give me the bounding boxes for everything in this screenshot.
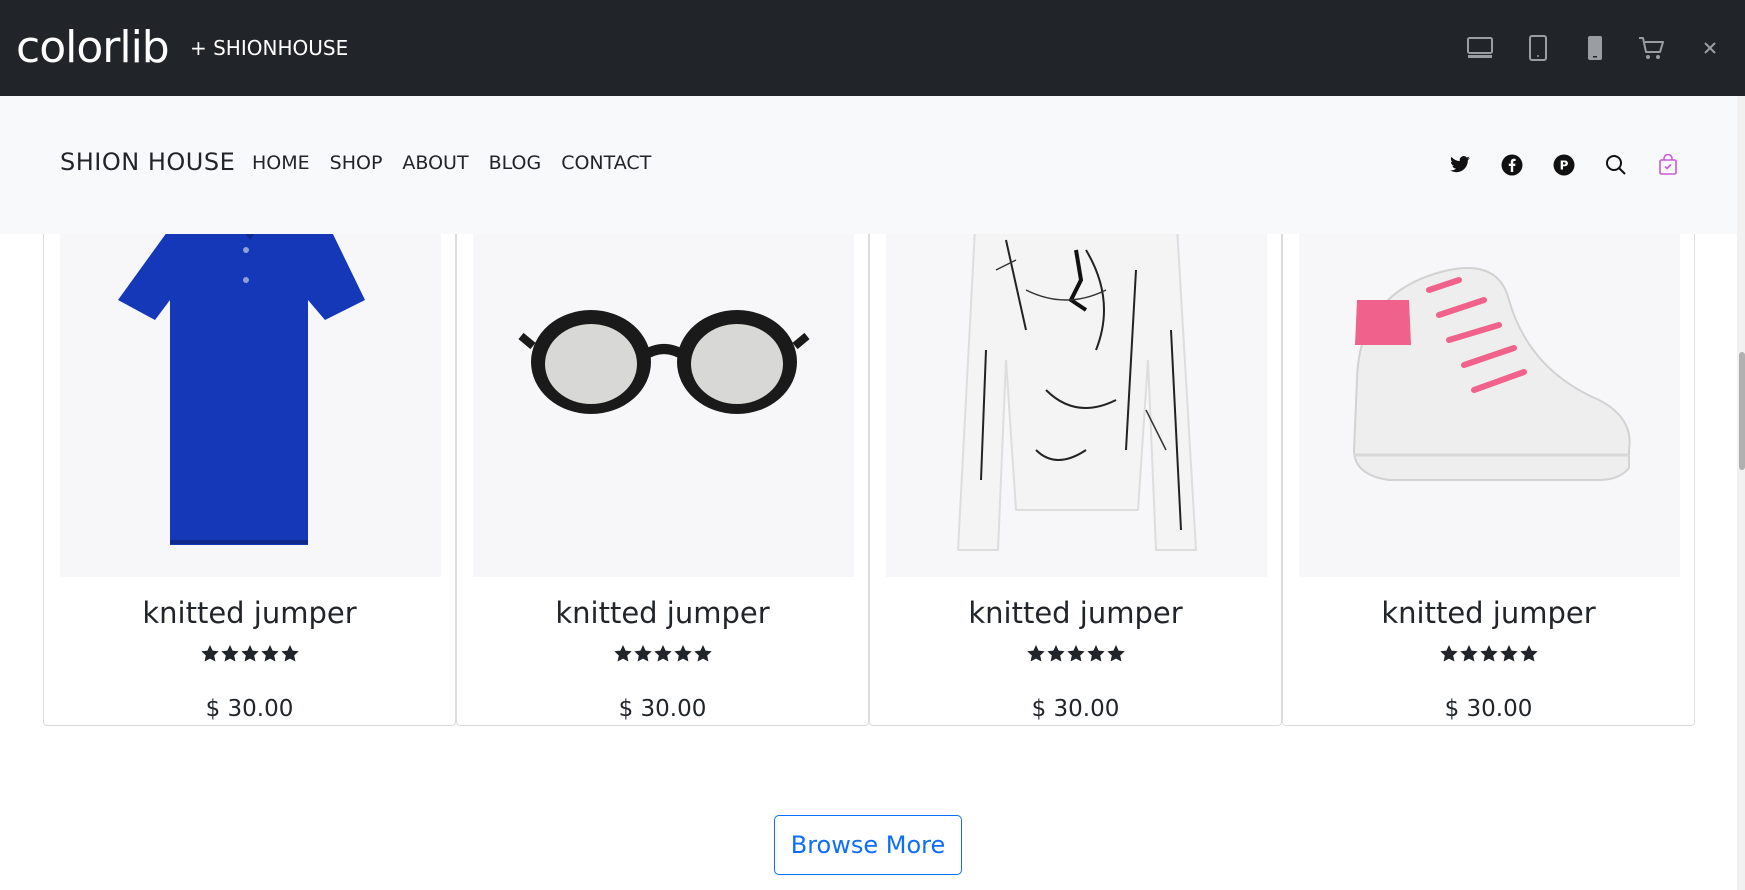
star-icon xyxy=(1459,645,1478,662)
nav-blog[interactable]: BLOG xyxy=(489,152,542,174)
star-icon xyxy=(1106,645,1125,662)
rating-stars xyxy=(44,644,455,669)
star-icon xyxy=(1499,645,1518,662)
product-title[interactable]: knitted jumper xyxy=(44,596,455,630)
rating-stars xyxy=(870,644,1281,669)
nav-contact[interactable]: CONTACT xyxy=(561,152,651,174)
star-icon xyxy=(1066,645,1085,662)
mobile-icon[interactable] xyxy=(1577,30,1613,66)
product-card[interactable]: knitted jumper $ 30.00 xyxy=(43,150,456,726)
svg-text:P: P xyxy=(1560,159,1569,173)
scrollbar-track[interactable] xyxy=(1737,96,1745,890)
shopping-bag-icon[interactable] xyxy=(1655,152,1681,178)
site-brand[interactable]: SHION HOUSE xyxy=(60,148,235,176)
star-icon xyxy=(1086,645,1105,662)
product-price: $ 30.00 xyxy=(1031,696,1120,722)
close-icon[interactable] xyxy=(1692,30,1728,66)
product-grid: knitted jumper $ 30.00 knitted jumper $ … xyxy=(43,150,1695,726)
product-card[interactable]: knitted jumper $ 30.00 xyxy=(456,150,869,726)
star-icon xyxy=(1026,645,1045,662)
star-icon xyxy=(1439,645,1458,662)
star-icon xyxy=(673,645,692,662)
star-icon xyxy=(693,645,712,662)
product-price: $ 30.00 xyxy=(205,696,294,722)
star-icon xyxy=(260,645,279,662)
product-card[interactable]: knitted jumper $ 30.00 xyxy=(1282,150,1695,726)
facebook-icon[interactable] xyxy=(1499,152,1525,178)
desktop-icon[interactable] xyxy=(1462,30,1498,66)
star-icon xyxy=(1519,645,1538,662)
star-icon xyxy=(653,645,672,662)
site-navbar: SHION HOUSE HOME SHOP ABOUT BLOG CONTACT… xyxy=(0,96,1737,234)
rating-stars xyxy=(457,644,868,669)
star-icon xyxy=(200,645,219,662)
search-icon[interactable] xyxy=(1603,152,1629,178)
star-icon xyxy=(280,645,299,662)
star-icon xyxy=(613,645,632,662)
nav-shop[interactable]: SHOP xyxy=(330,152,383,174)
star-icon xyxy=(240,645,259,662)
product-price: $ 30.00 xyxy=(618,696,707,722)
product-title[interactable]: knitted jumper xyxy=(1283,596,1694,630)
scrollbar-thumb[interactable] xyxy=(1739,352,1745,470)
star-icon xyxy=(633,645,652,662)
cart-icon[interactable] xyxy=(1633,30,1669,66)
colorlib-preview-bar: colorlib + SHIONHOUSE xyxy=(0,0,1745,96)
pinterest-icon[interactable]: P xyxy=(1551,152,1577,178)
star-icon xyxy=(1046,645,1065,662)
product-title[interactable]: knitted jumper xyxy=(457,596,868,630)
product-card[interactable]: knitted jumper $ 30.00 xyxy=(869,150,1282,726)
browse-more-button[interactable]: Browse More xyxy=(774,815,962,875)
nav-home[interactable]: HOME xyxy=(252,152,310,174)
star-icon xyxy=(220,645,239,662)
product-price: $ 30.00 xyxy=(1444,696,1533,722)
colorlib-logo[interactable]: colorlib xyxy=(16,20,170,76)
main-menu: HOME SHOP ABOUT BLOG CONTACT xyxy=(252,152,671,174)
theme-name[interactable]: + SHIONHOUSE xyxy=(190,36,348,60)
nav-about[interactable]: ABOUT xyxy=(402,152,468,174)
star-icon xyxy=(1479,645,1498,662)
product-title[interactable]: knitted jumper xyxy=(870,596,1281,630)
tablet-icon[interactable] xyxy=(1520,30,1556,66)
rating-stars xyxy=(1283,644,1694,669)
twitter-icon[interactable] xyxy=(1447,152,1473,178)
